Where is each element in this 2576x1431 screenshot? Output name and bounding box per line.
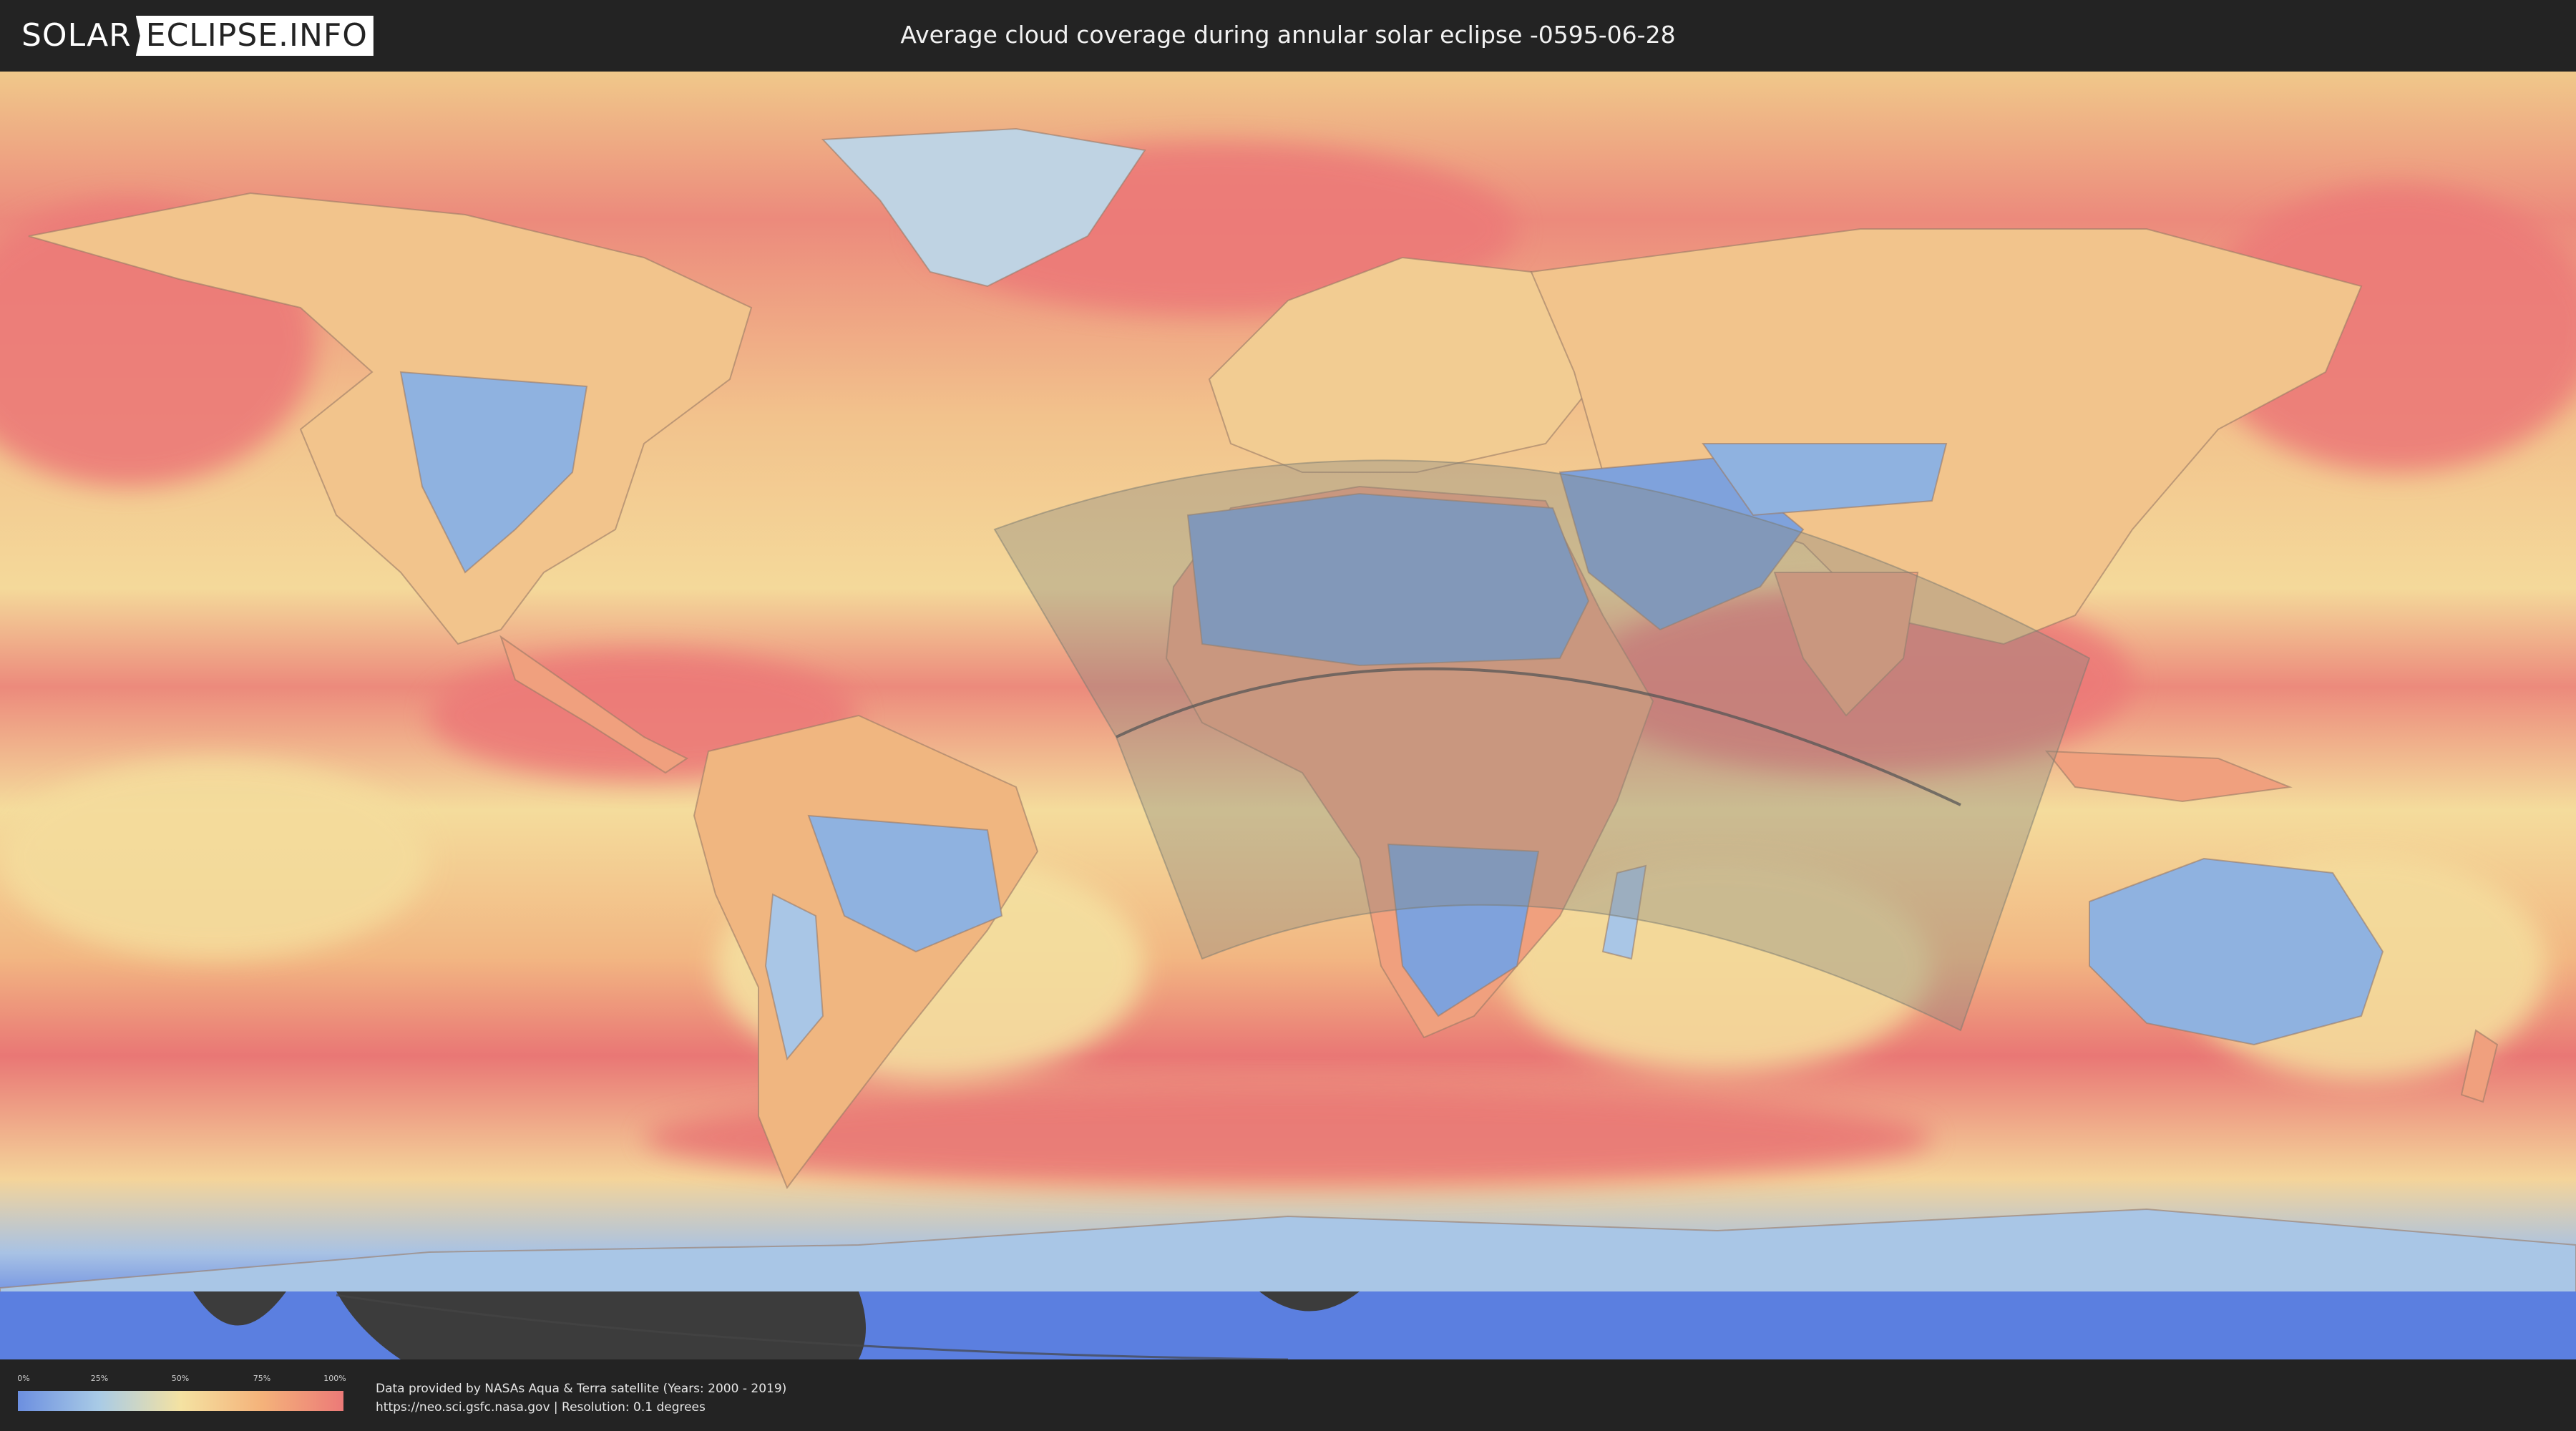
- page-title: Average cloud coverage during annular so…: [900, 21, 1676, 49]
- map-canvas: [0, 72, 2576, 1359]
- legend-tick-100: 100%: [323, 1374, 346, 1383]
- credit-line-url[interactable]: https://neo.sci.gsfc.nasa.gov | Resoluti…: [376, 1398, 786, 1417]
- credit-line-source: Data provided by NASAs Aqua & Terra sate…: [376, 1382, 787, 1396]
- legend-tick-25: 25%: [90, 1374, 109, 1383]
- header-bar: SOLAR ECLIPSE.INFO Average cloud coverag…: [0, 0, 2576, 72]
- cloud-coverage-map[interactable]: [0, 72, 2576, 1359]
- legend-tick-0: 0%: [17, 1374, 30, 1383]
- legend-tick-75: 75%: [253, 1374, 271, 1383]
- data-credits: Data provided by NASAs Aqua & Terra sate…: [376, 1379, 786, 1417]
- cloud-coverage-legend: 0% 25% 50% 75% 100%: [17, 1374, 346, 1417]
- legend-color-bar: [18, 1391, 343, 1411]
- legend-tick-50: 50%: [171, 1374, 190, 1383]
- footer-bar: 0% 25% 50% 75% 100% Data provided by NAS…: [0, 1359, 2576, 1431]
